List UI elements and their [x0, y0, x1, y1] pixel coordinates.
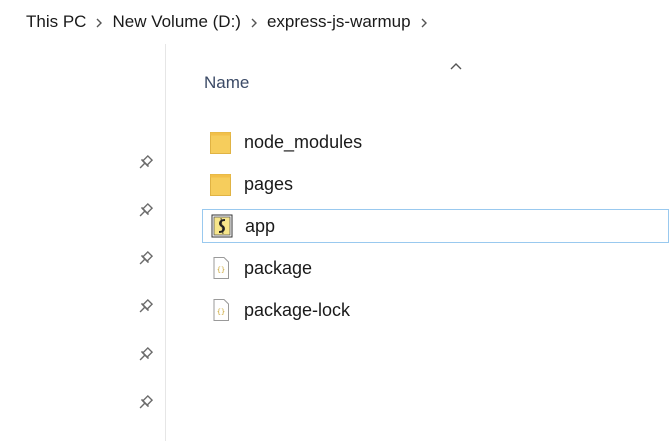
file-name: node_modules: [244, 131, 363, 152]
svg-text:{}: {}: [217, 308, 225, 316]
pin-icon[interactable]: [136, 346, 154, 364]
svg-text:{}: {}: [217, 266, 225, 274]
chevron-right-icon[interactable]: [411, 15, 437, 30]
breadcrumb-express-js-warmup[interactable]: express-js-warmup: [267, 12, 411, 32]
pin-icon[interactable]: [136, 250, 154, 268]
file-name: package: [244, 257, 313, 278]
file-name: pages: [244, 173, 294, 194]
list-item-selected[interactable]: app: [202, 209, 669, 243]
list-item[interactable]: pages: [202, 167, 669, 201]
chevron-right-icon[interactable]: [86, 15, 112, 30]
navigation-pane: [0, 44, 166, 441]
pin-icon[interactable]: [136, 202, 154, 220]
file-name: package-lock: [244, 299, 351, 320]
chevron-right-icon[interactable]: [241, 15, 267, 30]
breadcrumb-this-pc[interactable]: This PC: [26, 12, 86, 32]
list-item[interactable]: {} package-lock: [202, 293, 669, 327]
breadcrumb: This PC New Volume (D:) express-js-warmu…: [0, 0, 669, 44]
breadcrumb-new-volume[interactable]: New Volume (D:): [112, 12, 240, 32]
list-item[interactable]: node_modules: [202, 125, 669, 159]
pin-icon[interactable]: [136, 298, 154, 316]
pin-icon[interactable]: [136, 394, 154, 412]
column-name-header[interactable]: Name: [204, 73, 249, 93]
list-item[interactable]: {} package: [202, 251, 669, 285]
sort-ascending-icon: [449, 58, 463, 70]
column-header: Name: [166, 44, 669, 96]
json-file-icon: {}: [210, 298, 232, 322]
file-name: app: [245, 215, 276, 236]
folder-icon: [210, 172, 232, 196]
pin-icon[interactable]: [136, 154, 154, 172]
file-explorer: This PC New Volume (D:) express-js-warmu…: [0, 0, 669, 441]
js-script-icon: [211, 214, 233, 238]
folder-icon: [210, 130, 232, 154]
json-file-icon: {}: [210, 256, 232, 280]
